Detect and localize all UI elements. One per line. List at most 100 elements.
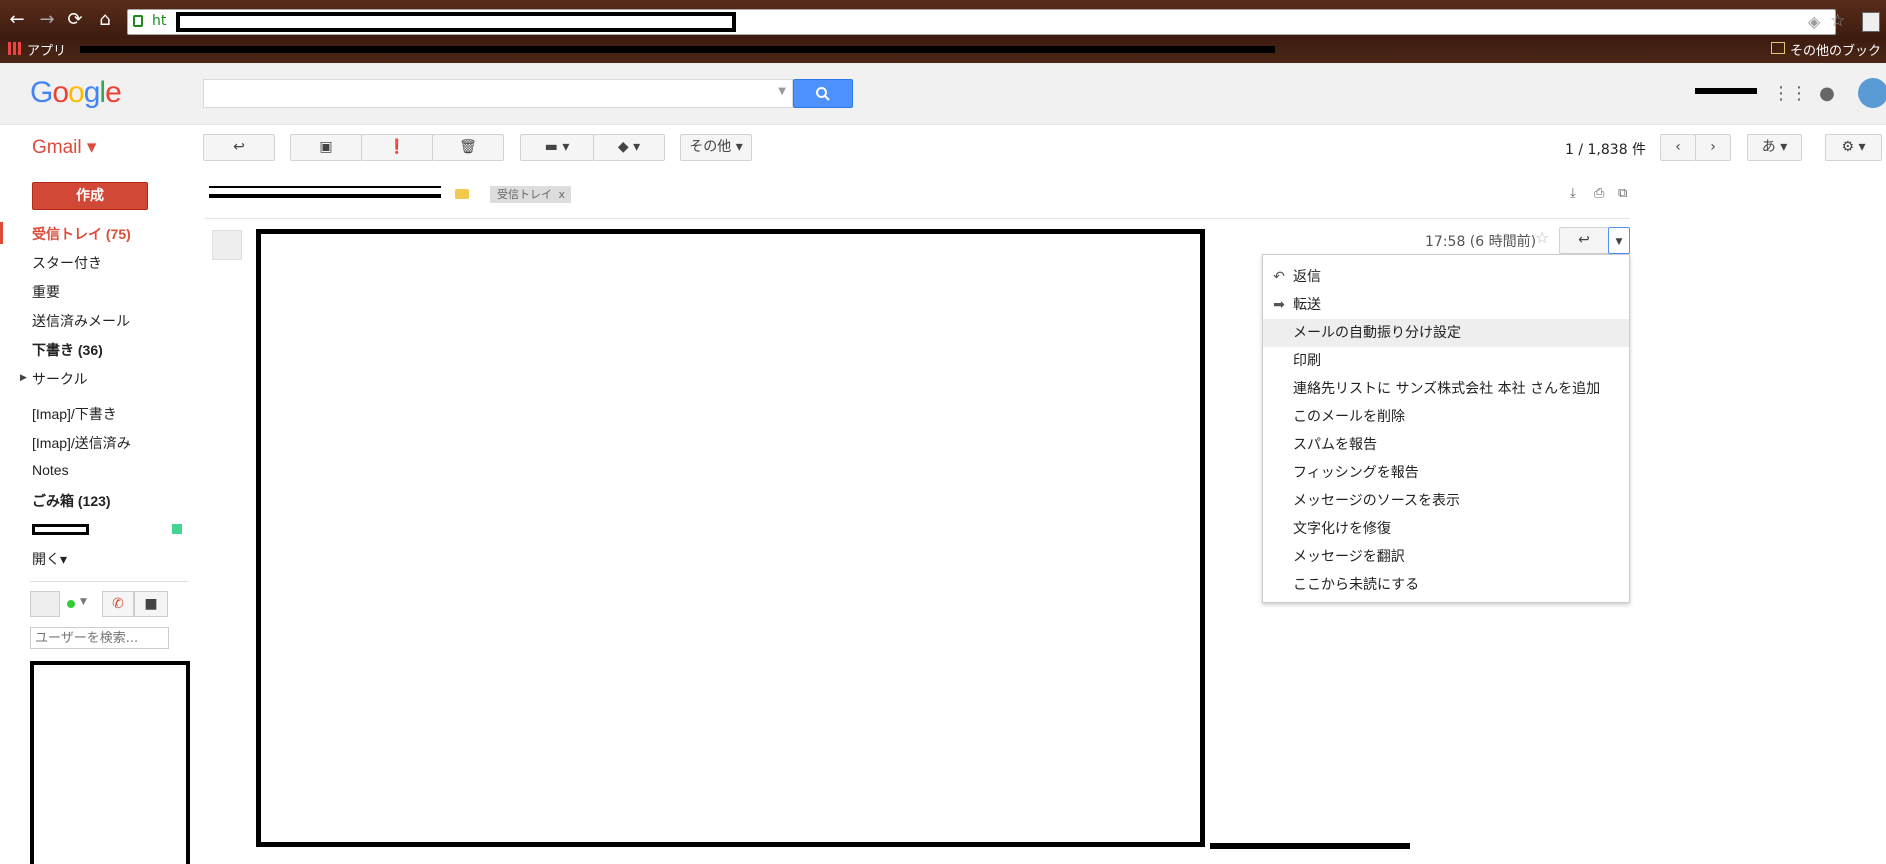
sidebar-item-trash[interactable]: ごみ箱 (123) (32, 491, 111, 511)
menu-item-filter[interactable]: メールの自動振り分け設定 (1263, 319, 1629, 347)
menu-item-mark-unread[interactable]: ここから未読にする (1263, 571, 1629, 599)
search-button[interactable] (793, 79, 853, 108)
move-to-button[interactable]: ▬ ▾ (520, 134, 594, 161)
archive-button[interactable]: ▣ (290, 134, 362, 161)
reply-button[interactable]: ↩ (1559, 227, 1609, 254)
logo-letter: o (52, 76, 69, 109)
older-button[interactable]: › (1695, 134, 1731, 161)
more-button[interactable]: その他 ▾ (680, 134, 752, 161)
menu-item-label: メッセージを翻訳 (1293, 549, 1405, 565)
url-redaction (176, 12, 736, 32)
video-call-icon[interactable]: ■ (134, 591, 168, 617)
logo-letter: e (105, 76, 122, 109)
menu-item-label: スパムを報告 (1293, 437, 1377, 453)
settings-button[interactable]: ⚙ ▾ (1825, 134, 1882, 161)
back-to-list-button[interactable]: ↩ (203, 134, 275, 161)
home-icon[interactable]: ⌂ (94, 9, 116, 31)
menu-item-label: 連絡先リストに サンズ株式会社 本社 さんを追加 (1293, 381, 1601, 397)
menu-item-translate[interactable]: メッセージを翻訳 (1263, 543, 1629, 571)
menu-item-label: 印刷 (1293, 353, 1321, 369)
sidebar-item-starred[interactable]: スター付き (32, 253, 102, 273)
new-window-icon[interactable]: ⧉ (1618, 186, 1627, 201)
apps-launcher-icon[interactable]: ⋮⋮ (1772, 82, 1808, 106)
label-icon: ◆ ▾ (617, 139, 641, 155)
newer-button[interactable]: ‹ (1660, 134, 1696, 161)
expand-arrow-icon[interactable]: ▶ (20, 373, 27, 383)
labels-button[interactable]: ◆ ▾ (593, 134, 665, 161)
chevron-left-icon: ‹ (1675, 139, 1681, 155)
sidebar-item-inbox[interactable]: 受信トレイ (75) (32, 224, 131, 244)
sidebar-item-drafts[interactable]: 下書き (36) (32, 340, 103, 360)
apps-grid-icon[interactable] (8, 42, 21, 55)
sidebar-item-imap-sent[interactable]: [Imap]/送信済み (32, 433, 131, 453)
gmail-menu[interactable]: Gmail ▾ (32, 136, 96, 159)
notifications-icon[interactable]: ● (1815, 82, 1839, 106)
report-spam-icon: ❗ (388, 139, 406, 155)
important-marker-icon[interactable] (455, 189, 469, 199)
bookmarks-redaction (80, 46, 1275, 53)
extension-icon[interactable]: ◈ (1808, 12, 1820, 31)
sidebar-item-redacted[interactable] (32, 524, 89, 535)
menu-item-label: 返信 (1293, 269, 1321, 285)
arrow-left-icon: ↩ (233, 139, 245, 155)
menu-item-label: 文字化けを修復 (1293, 521, 1391, 537)
print-all-icon[interactable]: ⎙ (1594, 186, 1604, 201)
status-dot-icon[interactable] (67, 600, 75, 608)
menu-item-report-phishing[interactable]: フィッシングを報告 (1263, 459, 1629, 487)
label-remove-icon[interactable]: x (558, 186, 565, 203)
folder-icon: ▬ ▾ (544, 139, 570, 155)
open-more-labels[interactable]: 開く▾ (32, 549, 67, 569)
reload-icon[interactable]: ⟳ (64, 9, 86, 31)
sidebar-item-important[interactable]: 重要 (32, 282, 60, 302)
menu-item-delete[interactable]: このメールを削除 (1263, 403, 1629, 431)
chevron-right-icon: › (1710, 139, 1716, 155)
lock-icon (133, 15, 143, 27)
expand-all-icon[interactable]: ⤓ (1570, 186, 1576, 201)
menu-item-label: このメールを削除 (1293, 409, 1405, 425)
menu-item-add-contact[interactable]: 連絡先リストに サンズ株式会社 本社 さんを追加 (1263, 375, 1629, 403)
subject-redaction (209, 186, 441, 198)
avatar[interactable] (1858, 78, 1886, 108)
page-count: 1 / 1,838 件 (1565, 142, 1647, 158)
status-dropdown-icon[interactable]: ▼ (80, 597, 87, 607)
menu-item-label: ここから未読にする (1293, 577, 1420, 593)
input-tools-button[interactable]: あ ▾ (1747, 134, 1802, 161)
back-icon[interactable]: ← (6, 9, 28, 31)
menu-item-fix-encoding[interactable]: 文字化けを修復 (1263, 515, 1629, 543)
sidebar-item-notes[interactable]: Notes (32, 462, 69, 478)
menu-item-report-spam[interactable]: スパムを報告 (1263, 431, 1629, 459)
phone-icon[interactable]: ✆ (102, 591, 134, 617)
google-logo[interactable]: Google (30, 76, 122, 110)
menu-item-forward[interactable]: ➡ 転送 (1263, 291, 1629, 319)
menu-item-label: メールの自動振り分け設定 (1293, 325, 1461, 341)
spam-button[interactable]: ❗ (361, 134, 433, 161)
user-search-input[interactable] (30, 627, 169, 649)
search-options-icon[interactable]: ▼ (778, 86, 786, 97)
star-icon[interactable]: ☆ (1535, 228, 1549, 247)
chat-avatar-icon[interactable] (30, 591, 60, 617)
user-name-redaction (1695, 88, 1757, 94)
menu-item-print[interactable]: 印刷 (1263, 347, 1629, 375)
menu-item-label: フィッシングを報告 (1293, 465, 1419, 481)
compose-button[interactable]: 作成 (32, 182, 148, 210)
sidebar-item-sent[interactable]: 送信済みメール (32, 311, 130, 331)
ime-label: あ (1761, 139, 1776, 155)
divider (30, 581, 188, 582)
chat-list-redaction (30, 661, 190, 864)
active-indicator (0, 222, 3, 244)
sidebar-item-circles[interactable]: サークル (32, 369, 88, 389)
sender-avatar[interactable] (212, 230, 242, 260)
delete-button[interactable]: 🗑 (432, 134, 504, 161)
sidebar-item-imap-drafts[interactable]: [Imap]/下書き (32, 404, 117, 424)
menu-item-reply[interactable]: ↶ 返信 (1263, 263, 1629, 291)
more-actions-button[interactable]: ▼ (1608, 227, 1630, 254)
menu-item-show-original[interactable]: メッセージのソースを表示 (1263, 487, 1629, 515)
bookmark-apps[interactable]: アプリ (27, 40, 66, 59)
folder-icon (1771, 42, 1785, 54)
search-input[interactable]: ▼ (203, 79, 793, 108)
forward-icon[interactable]: → (36, 9, 58, 31)
bookmark-star-icon[interactable]: ☆ (1830, 11, 1845, 31)
message-time: 17:58 (6 時間前) (1425, 234, 1537, 250)
extension-badge-icon[interactable] (1862, 12, 1880, 32)
reply-icon: ↩ (1578, 232, 1590, 248)
